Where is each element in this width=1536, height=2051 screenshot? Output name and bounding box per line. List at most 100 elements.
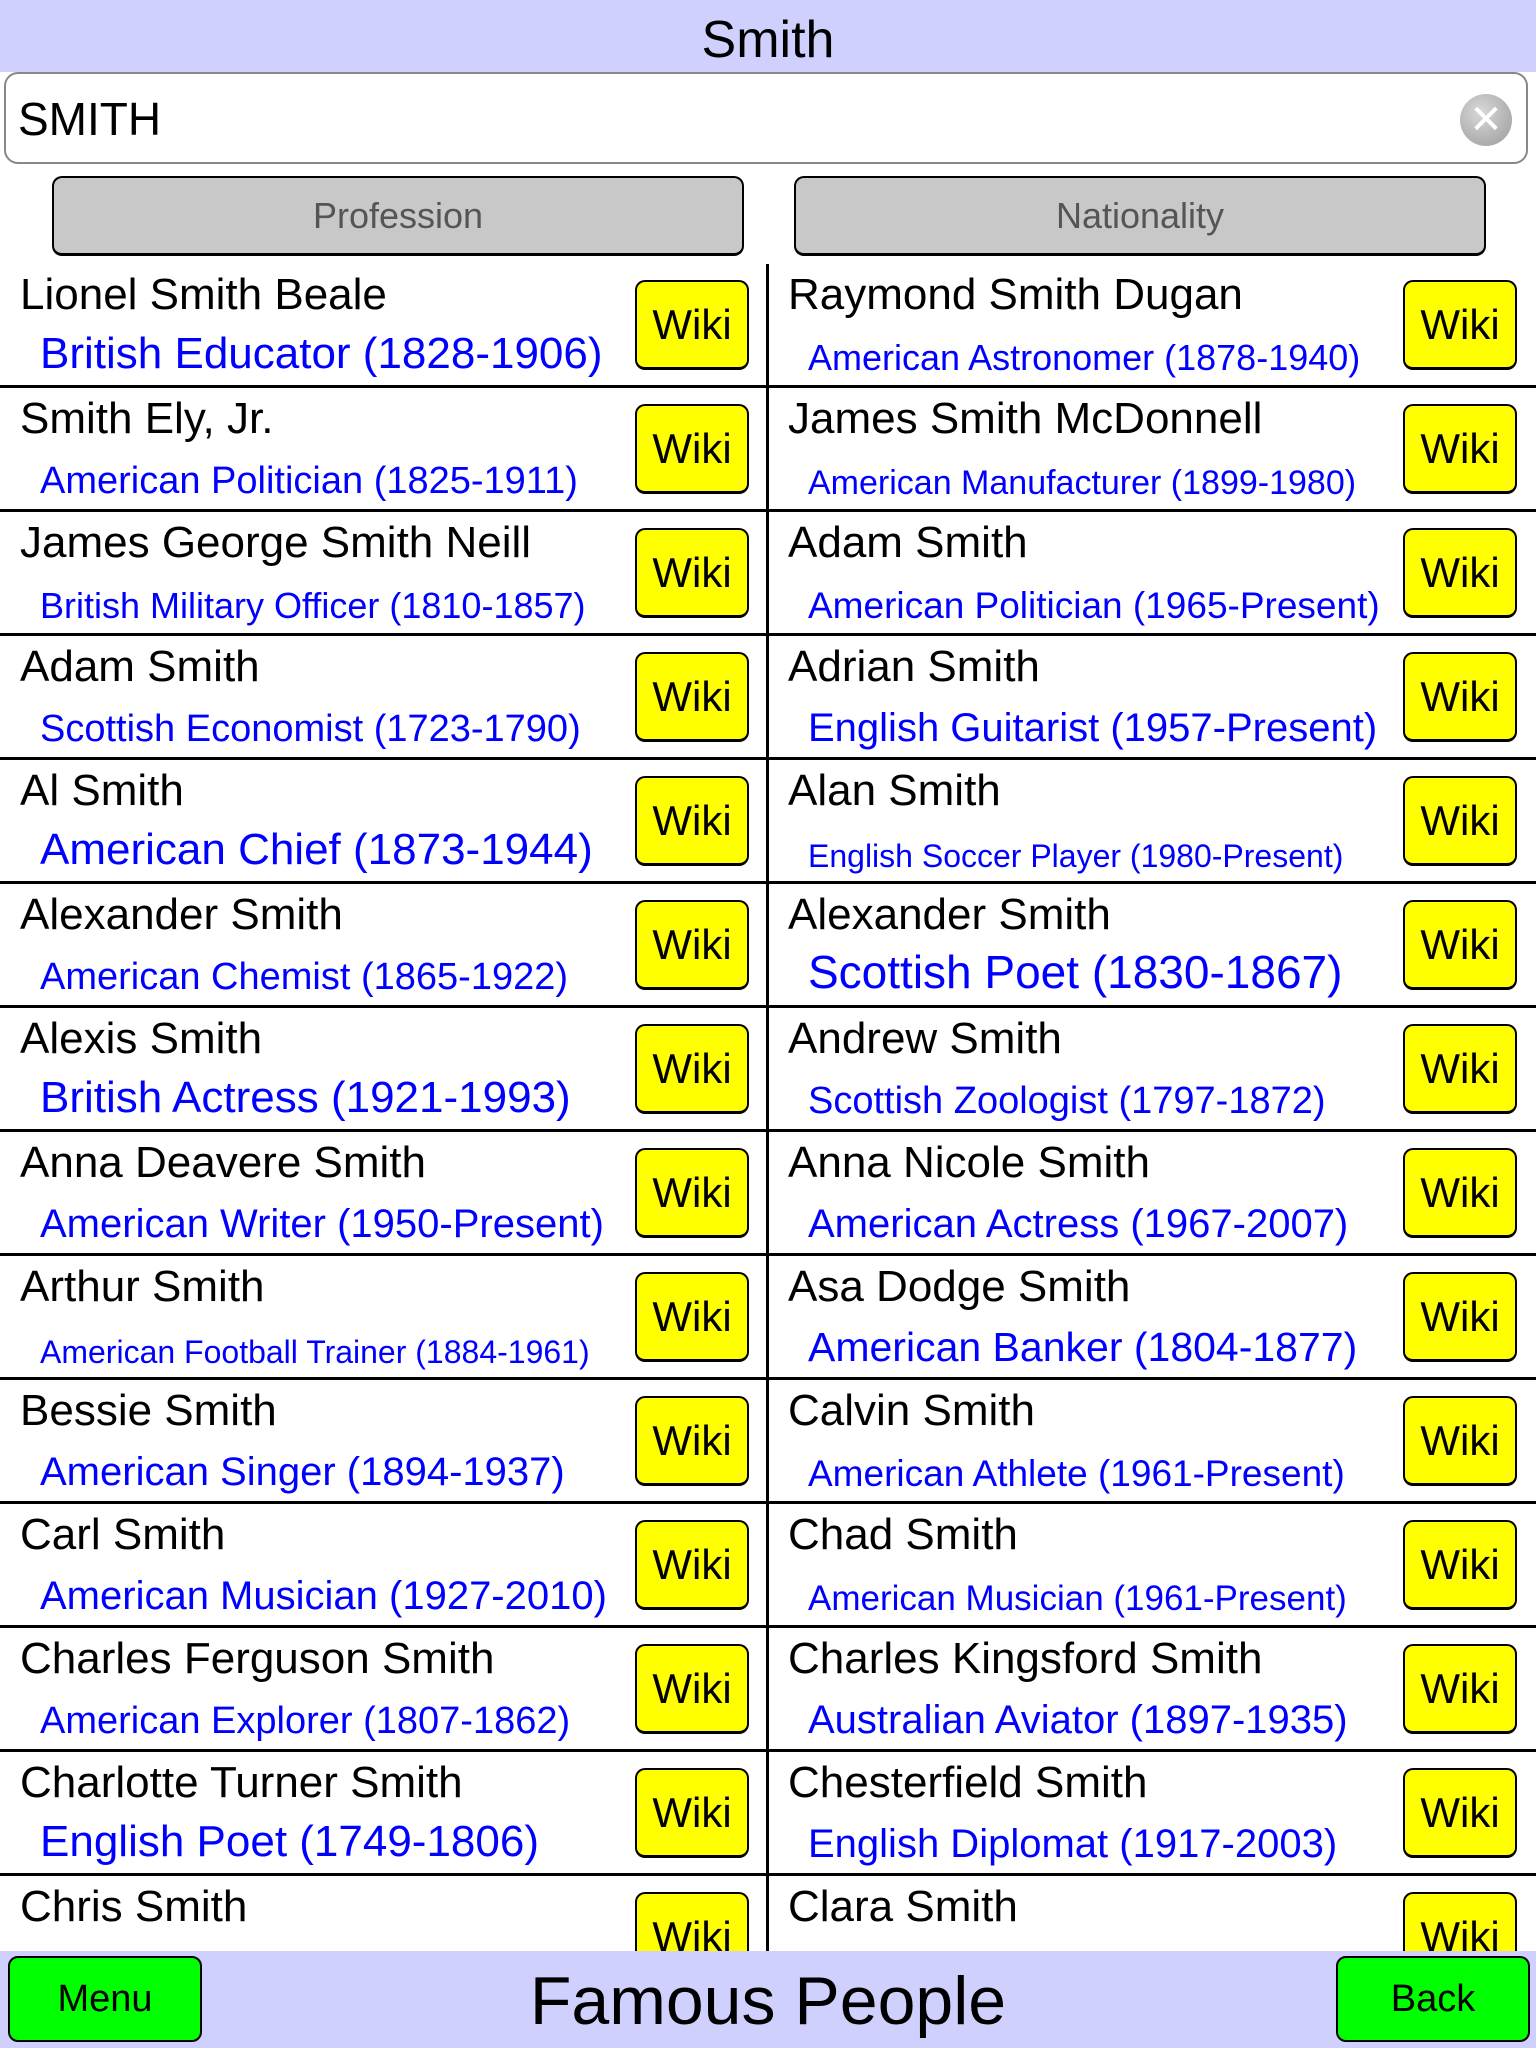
wiki-button[interactable]: Wiki — [1403, 1396, 1517, 1486]
wiki-button[interactable]: Wiki — [635, 1520, 749, 1610]
list-item[interactable]: Alan Smith English Soccer Player (1980-Pr… — [768, 760, 1536, 884]
list-item[interactable]: Adrian Smith English Guitarist (1957-Pres… — [768, 636, 1536, 760]
wiki-button[interactable]: Wiki — [1403, 1644, 1517, 1734]
list-item[interactable]: Clara Smith Wiki — [768, 1876, 1536, 1951]
list-item[interactable]: Asa Dodge Smith American Banker (1804-187… — [768, 1256, 1536, 1380]
person-name: Adam Smith — [788, 518, 1028, 567]
person-description: American Politician (1965-Present) — [808, 585, 1380, 626]
wiki-button[interactable]: Wiki — [635, 1396, 749, 1486]
list-item[interactable]: Carl Smith American Musician (1927-2010) W… — [0, 1504, 768, 1628]
search-field[interactable]: ✕ — [4, 72, 1528, 164]
wiki-button[interactable]: Wiki — [1403, 1148, 1517, 1238]
person-name: Charlotte Turner Smith — [20, 1758, 463, 1807]
wiki-button[interactable]: Wiki — [635, 280, 749, 370]
person-description: English Soccer Player (1980-Present) — [808, 838, 1344, 874]
person-name: Alexander Smith — [788, 890, 1111, 939]
left-column: Lionel Smith Beale British Educator (1828… — [0, 264, 768, 1951]
list-item[interactable]: Smith Ely, Jr. American Politician (1825-… — [0, 388, 768, 512]
wiki-button[interactable]: Wiki — [635, 404, 749, 494]
person-description: British Actress (1921-1993) — [40, 1073, 571, 1122]
person-description: American Chief (1873-1944) — [40, 825, 593, 874]
wiki-button[interactable]: Wiki — [635, 1272, 749, 1362]
list-item[interactable]: Arthur Smith American Football Trainer (1… — [0, 1256, 768, 1380]
list-item[interactable]: Alexander Smith American Chemist (1865-19… — [0, 884, 768, 1008]
person-description: American Actress (1967-2007) — [808, 1202, 1349, 1246]
person-description: British Educator (1828-1906) — [40, 329, 603, 378]
wiki-button[interactable]: Wiki — [1403, 404, 1517, 494]
list-item[interactable]: James George Smith Neill British Military… — [0, 512, 768, 636]
person-description: American Banker (1804-1877) — [808, 1324, 1358, 1370]
list-item[interactable]: James Smith McDonnell American Manufactur… — [768, 388, 1536, 512]
wiki-button[interactable]: Wiki — [635, 1768, 749, 1858]
list-item[interactable]: Alexander Smith Scottish Poet (1830-1867)… — [768, 884, 1536, 1008]
person-description: American Politician (1825-1911) — [40, 460, 578, 502]
wiki-button[interactable]: Wiki — [1403, 528, 1517, 618]
list-item[interactable]: Calvin Smith American Athlete (1961-Prese… — [768, 1380, 1536, 1504]
wiki-button[interactable]: Wiki — [1403, 1520, 1517, 1610]
header-bar: Smith — [0, 0, 1536, 72]
list-item[interactable]: Bessie Smith American Singer (1894-1937) W… — [0, 1380, 768, 1504]
person-name: Anna Nicole Smith — [788, 1138, 1150, 1187]
wiki-button[interactable]: Wiki — [1403, 1892, 1517, 1951]
person-description: American Explorer (1807-1862) — [40, 1700, 571, 1742]
list-item[interactable]: Al Smith American Chief (1873-1944) Wiki — [0, 760, 768, 884]
back-button[interactable]: Back — [1336, 1956, 1530, 2042]
wiki-button[interactable]: Wiki — [1403, 1024, 1517, 1114]
wiki-button[interactable]: Wiki — [1403, 652, 1517, 742]
wiki-button[interactable]: Wiki — [635, 776, 749, 866]
person-description: American Manufacturer (1899-1980) — [808, 464, 1357, 502]
list-item[interactable]: Chesterfield Smith English Diplomat (1917… — [768, 1752, 1536, 1876]
wiki-button[interactable]: Wiki — [635, 528, 749, 618]
wiki-button[interactable]: Wiki — [1403, 776, 1517, 866]
person-name: Calvin Smith — [788, 1386, 1035, 1435]
list-item[interactable]: Charles Kingsford Smith Australian Aviato… — [768, 1628, 1536, 1752]
menu-button[interactable]: Menu — [8, 1956, 202, 2042]
nationality-sort-button[interactable]: Nationality — [794, 176, 1486, 256]
list-item[interactable]: Raymond Smith Dugan American Astronomer (… — [768, 264, 1536, 388]
wiki-button[interactable]: Wiki — [635, 652, 749, 742]
person-name: Al Smith — [20, 766, 184, 815]
footer-bar: Famous People Menu Back — [0, 1951, 1536, 2048]
wiki-button[interactable]: Wiki — [635, 1892, 749, 1951]
wiki-button[interactable]: Wiki — [635, 1148, 749, 1238]
wiki-button[interactable]: Wiki — [1403, 1768, 1517, 1858]
person-description: English Diplomat (1917-2003) — [808, 1822, 1338, 1866]
list-item[interactable]: Chad Smith American Musician (1961-Presen… — [768, 1504, 1536, 1628]
wiki-button[interactable]: Wiki — [635, 1024, 749, 1114]
wiki-button[interactable]: Wiki — [1403, 900, 1517, 990]
person-name: Carl Smith — [20, 1510, 226, 1559]
people-list[interactable]: Lionel Smith Beale British Educator (1828… — [0, 264, 1536, 1951]
person-description: American Athlete (1961-Present) — [808, 1453, 1345, 1494]
list-item[interactable]: Anna Deavere Smith American Writer (1950-… — [0, 1132, 768, 1256]
list-item[interactable]: Adam Smith Scottish Economist (1723-1790)… — [0, 636, 768, 760]
person-name: Chris Smith — [20, 1882, 248, 1931]
column-divider — [766, 264, 769, 1951]
list-item[interactable]: Charlotte Turner Smith English Poet (1749… — [0, 1752, 768, 1876]
wiki-button[interactable]: Wiki — [635, 1644, 749, 1734]
search-input[interactable] — [16, 74, 1420, 164]
list-item[interactable]: Adam Smith American Politician (1965-Pres… — [768, 512, 1536, 636]
right-column: Raymond Smith Dugan American Astronomer (… — [768, 264, 1536, 1951]
wiki-button[interactable]: Wiki — [1403, 280, 1517, 370]
list-item[interactable]: Chris Smith Wiki — [0, 1876, 768, 1951]
person-description: American Chemist (1865-1922) — [40, 956, 569, 998]
person-description: American Musician (1927-2010) — [40, 1574, 607, 1618]
wiki-button[interactable]: Wiki — [635, 900, 749, 990]
list-item[interactable]: Alexis Smith British Actress (1921-1993) W… — [0, 1008, 768, 1132]
list-item[interactable]: Lionel Smith Beale British Educator (1828… — [0, 264, 768, 388]
person-name: Adrian Smith — [788, 642, 1040, 691]
person-name: Charles Kingsford Smith — [788, 1634, 1263, 1683]
person-name: Asa Dodge Smith — [788, 1262, 1131, 1311]
list-item[interactable]: Charles Ferguson Smith American Explorer … — [0, 1628, 768, 1752]
clear-icon[interactable]: ✕ — [1460, 94, 1512, 146]
person-name: Adam Smith — [20, 642, 260, 691]
list-item[interactable]: Andrew Smith Scottish Zoologist (1797-187… — [768, 1008, 1536, 1132]
person-description: American Writer (1950-Present) — [40, 1202, 604, 1246]
person-description: Scottish Economist (1723-1790) — [40, 708, 581, 750]
profession-sort-button[interactable]: Profession — [52, 176, 744, 256]
wiki-button[interactable]: Wiki — [1403, 1272, 1517, 1362]
person-description: American Singer (1894-1937) — [40, 1450, 565, 1494]
person-description: Scottish Zoologist (1797-1872) — [808, 1080, 1326, 1122]
list-item[interactable]: Anna Nicole Smith American Actress (1967-… — [768, 1132, 1536, 1256]
person-name: Chad Smith — [788, 1510, 1018, 1559]
